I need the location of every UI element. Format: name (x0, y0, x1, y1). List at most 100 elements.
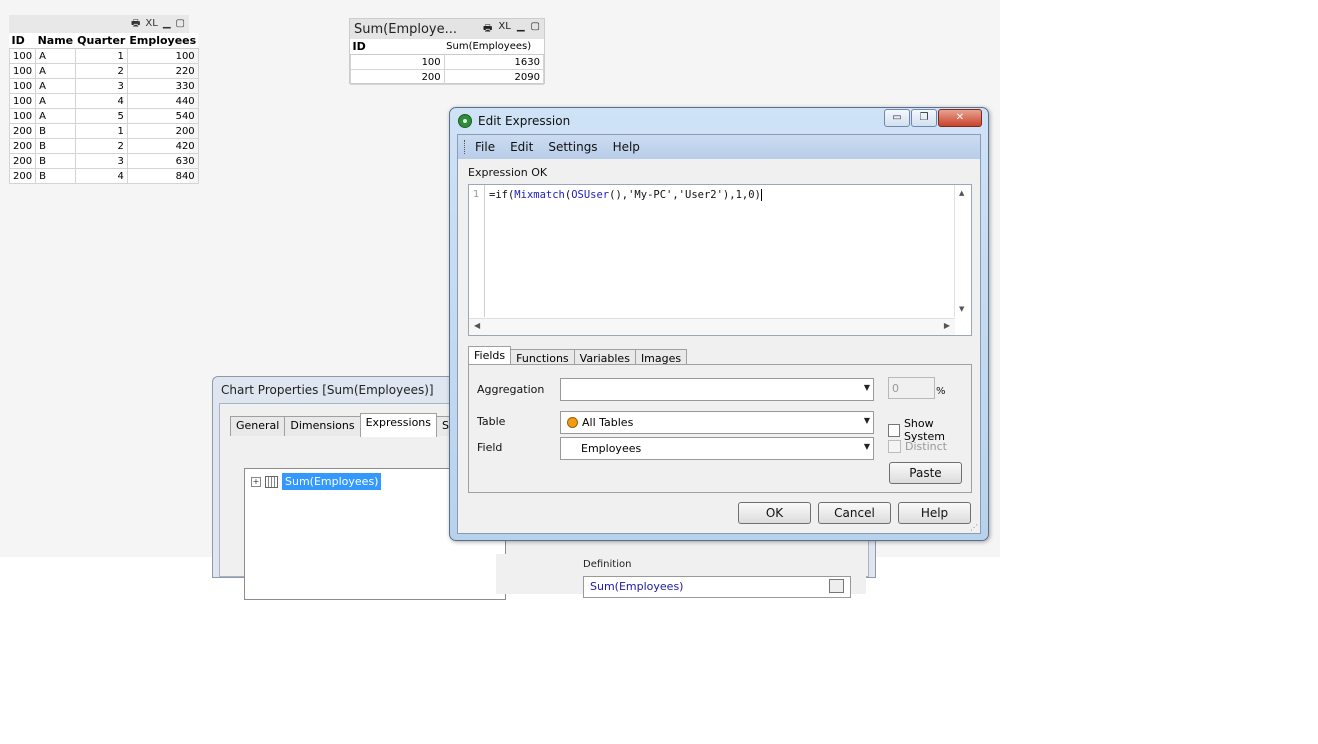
table-cell[interactable]: A (35, 108, 76, 124)
table-cell[interactable]: 2 (74, 63, 128, 79)
table-cell[interactable]: 3 (74, 78, 128, 94)
table-cell[interactable]: 440 (126, 93, 199, 109)
definition-edit-button[interactable] (829, 579, 844, 593)
table-cell[interactable]: 2090 (443, 69, 545, 85)
scroll-left-icon[interactable]: ◀ (474, 321, 480, 330)
menu-help[interactable]: Help (613, 140, 640, 154)
table-cell[interactable]: 840 (126, 168, 199, 184)
table-cell[interactable]: 100 (8, 48, 37, 64)
table-cell[interactable]: 100 (8, 63, 37, 79)
chart-caption-bar[interactable]: Sum(Employe... 🖶 XL ▁ ▢ (350, 19, 544, 39)
checkbox-box[interactable] (888, 440, 901, 453)
table-cell[interactable]: 100 (8, 108, 37, 124)
table-cell[interactable]: B (35, 138, 76, 154)
table-cell[interactable]: 200 (126, 123, 199, 139)
scroll-up-icon[interactable]: ▲ (959, 189, 964, 197)
minimize-icon[interactable]: ▁ (517, 21, 525, 38)
minimize-window-icon[interactable]: ▭ (884, 109, 910, 127)
table-cell[interactable]: A (35, 93, 76, 109)
table-cell[interactable]: 2 (74, 138, 128, 154)
table-cell[interactable]: A (35, 48, 76, 64)
vertical-scrollbar[interactable]: ▲ ▼ (954, 185, 971, 317)
table-cell[interactable]: 420 (126, 138, 199, 154)
xl-icon[interactable]: XL (145, 19, 157, 29)
table-cell[interactable]: B (35, 153, 76, 169)
help-button[interactable]: Help (898, 502, 971, 524)
table-cell[interactable]: 1 (74, 123, 128, 139)
percent-value: 0 (892, 381, 899, 395)
tab-dimensions[interactable]: Dimensions (284, 416, 361, 436)
table-cell[interactable]: 1630 (443, 54, 545, 70)
minimize-icon[interactable]: ▁ (163, 19, 171, 29)
table-cell[interactable]: 1 (74, 48, 128, 64)
field-select[interactable]: Employees ▼ (560, 437, 874, 460)
scroll-right-icon[interactable]: ▶ (944, 321, 950, 330)
expression-text[interactable]: =if(Mixmatch(OSUser(),'My-PC','User2'),1… (489, 189, 762, 201)
code-function-osuser: OSUser (571, 189, 610, 201)
table-cell[interactable]: A (35, 78, 76, 94)
table-cell[interactable]: 4 (74, 168, 128, 184)
table-cell[interactable]: 4 (74, 93, 128, 109)
table-cell[interactable]: 100 (8, 78, 37, 94)
table-cell[interactable]: 200 (8, 123, 37, 139)
table-cell[interactable]: 100 (126, 48, 199, 64)
expression-editor[interactable]: 1 =if(Mixmatch(OSUser(),'My-PC','User2')… (468, 184, 972, 336)
checkbox-box[interactable] (888, 423, 900, 437)
definition-area: Definition Sum(Employees) (496, 554, 866, 598)
menu-settings[interactable]: Settings (548, 140, 597, 154)
table-cell[interactable]: A (35, 63, 76, 79)
resize-grip-icon[interactable]: ⋰ (970, 523, 978, 532)
table-cell[interactable]: 100 (350, 54, 445, 70)
definition-field[interactable]: Sum(Employees) (583, 576, 851, 598)
code-function-mixmatch: Mixmatch (514, 189, 565, 201)
table-cell[interactable]: B (35, 168, 76, 184)
paste-button[interactable]: Paste (889, 462, 962, 484)
table-caption-bar: 🖶 XL ▁ ▢ (9, 15, 189, 33)
table-cell[interactable]: 100 (8, 93, 37, 109)
tab-general[interactable]: General (230, 416, 286, 436)
horizontal-scrollbar[interactable]: ◀ ▶ (469, 318, 955, 335)
maximize-icon[interactable]: ▢ (531, 21, 540, 38)
print-icon[interactable]: 🖶 (131, 19, 140, 29)
table-cell[interactable]: 630 (126, 153, 199, 169)
column-header[interactable]: Sum(Employees) (444, 39, 544, 55)
table-cell[interactable]: 3 (74, 153, 128, 169)
table-value: All Tables (582, 416, 634, 429)
dialog-title-bar[interactable]: Edit Expression (458, 114, 570, 128)
distinct-checkbox[interactable]: Distinct (888, 440, 947, 453)
column-header[interactable]: ID (9, 33, 36, 49)
tab-expressions[interactable]: Expressions (359, 413, 438, 437)
chevron-down-icon: ▼ (863, 442, 870, 451)
table-cell[interactable]: 220 (126, 63, 199, 79)
scroll-down-icon[interactable]: ▼ (959, 305, 964, 313)
column-header[interactable]: ID (350, 39, 445, 55)
expand-icon[interactable]: + (251, 476, 261, 487)
tree-item-sum-employees[interactable]: Sum(Employees) (282, 473, 382, 490)
table-cell[interactable]: 540 (126, 108, 199, 124)
menu-file[interactable]: File (475, 140, 495, 154)
ok-button[interactable]: OK (738, 502, 811, 524)
close-window-icon[interactable]: ✕ (938, 109, 982, 127)
column-header[interactable]: Employees (127, 33, 199, 49)
table-cell[interactable]: 200 (8, 168, 37, 184)
table-cell[interactable]: 330 (126, 78, 199, 94)
cancel-button[interactable]: Cancel (818, 502, 891, 524)
menu-edit[interactable]: Edit (510, 140, 533, 154)
table-cell[interactable]: 5 (74, 108, 128, 124)
table-cell[interactable]: 200 (8, 138, 37, 154)
column-header[interactable]: Quarter (75, 33, 128, 49)
toolbar-grip-icon[interactable] (464, 140, 467, 154)
table-select[interactable]: All Tables ▼ (560, 411, 874, 434)
restore-window-icon[interactable]: ❐ (911, 109, 937, 127)
maximize-icon[interactable]: ▢ (176, 19, 185, 29)
aggregation-select[interactable]: ▼ (560, 378, 874, 401)
print-icon[interactable]: 🖶 (483, 21, 492, 38)
table-cell[interactable]: 200 (8, 153, 37, 169)
column-header[interactable]: Name (35, 33, 76, 49)
xl-icon[interactable]: XL (498, 21, 510, 38)
table-cell[interactable]: 200 (350, 69, 445, 85)
sum-employees-chart: Sum(Employe... 🖶 XL ▁ ▢ ID Sum(Employees)… (349, 18, 545, 85)
table-cell[interactable]: B (35, 123, 76, 139)
percent-input[interactable]: 0 (888, 377, 935, 399)
tree-node[interactable]: + Sum(Employees) (251, 473, 382, 490)
